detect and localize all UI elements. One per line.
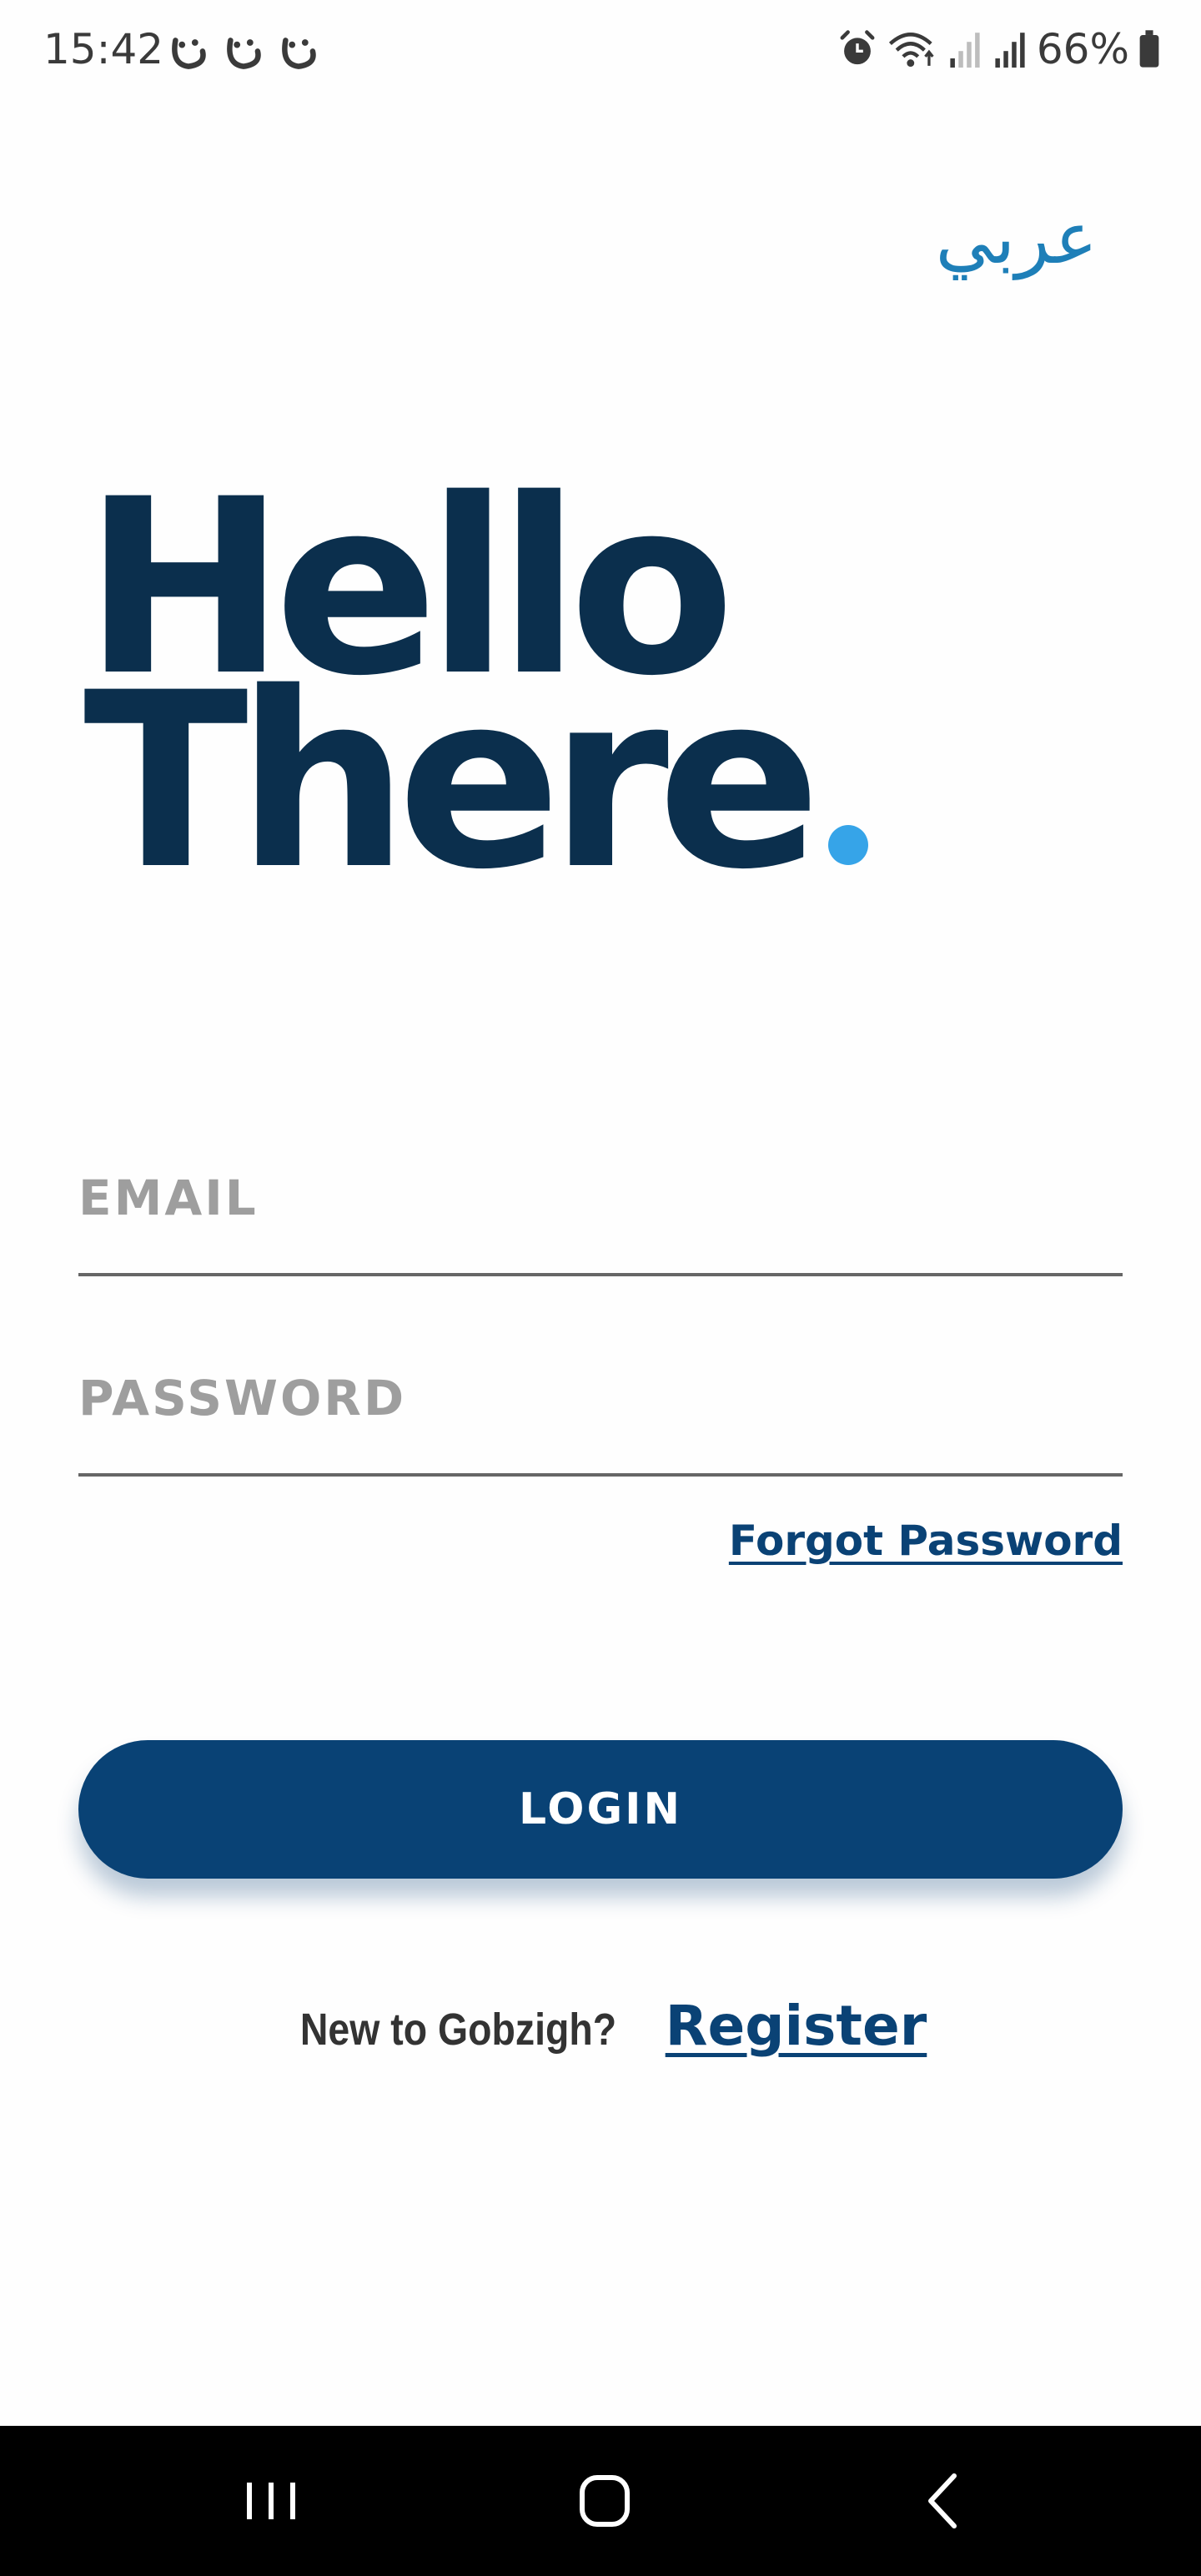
status-time: 15:42 — [43, 25, 164, 73]
login-screen: 15:42 66% عربي Hello There EMAIL Forgot … — [0, 0, 1201, 2576]
hero-dot — [827, 825, 868, 865]
hero-heading: Hello There — [83, 468, 868, 903]
recents-button[interactable] — [234, 2468, 309, 2534]
recents-icon — [247, 2483, 295, 2519]
signal-weak-icon — [950, 33, 980, 68]
system-nav-bar — [0, 2426, 1201, 2576]
back-icon — [928, 2473, 957, 2528]
battery-percent: 66% — [1036, 25, 1129, 73]
password-field — [78, 1356, 1123, 1477]
hero-line-2: There — [83, 641, 822, 923]
register-prompt: New to Gobzigh? — [299, 2005, 616, 2055]
back-button[interactable] — [906, 2468, 981, 2534]
hero-line-2-wrap: There — [83, 662, 868, 903]
system-status: 66% — [837, 25, 1161, 73]
register-link[interactable]: Register — [666, 1994, 927, 2058]
language-toggle-link[interactable]: عربي — [936, 197, 1098, 280]
home-button[interactable] — [567, 2468, 642, 2534]
face-icon — [282, 38, 316, 69]
status-bar: 15:42 66% — [0, 0, 1201, 108]
register-row: New to Gobzigh? Register — [0, 1994, 1201, 2058]
face-icon — [172, 38, 206, 69]
notification-icons — [167, 32, 320, 75]
face-icon — [227, 38, 261, 69]
alarm-icon — [840, 30, 875, 65]
battery-icon — [1139, 30, 1159, 68]
wifi-icon — [888, 33, 934, 68]
home-icon — [580, 2475, 630, 2527]
email-field — [78, 1156, 1123, 1276]
password-input[interactable] — [78, 1370, 1123, 1426]
forgot-password-link[interactable]: Forgot Password — [729, 1517, 1123, 1565]
email-input[interactable] — [78, 1170, 1123, 1226]
login-button[interactable]: LOGIN — [78, 1740, 1123, 1879]
signal-icon — [995, 33, 1025, 68]
